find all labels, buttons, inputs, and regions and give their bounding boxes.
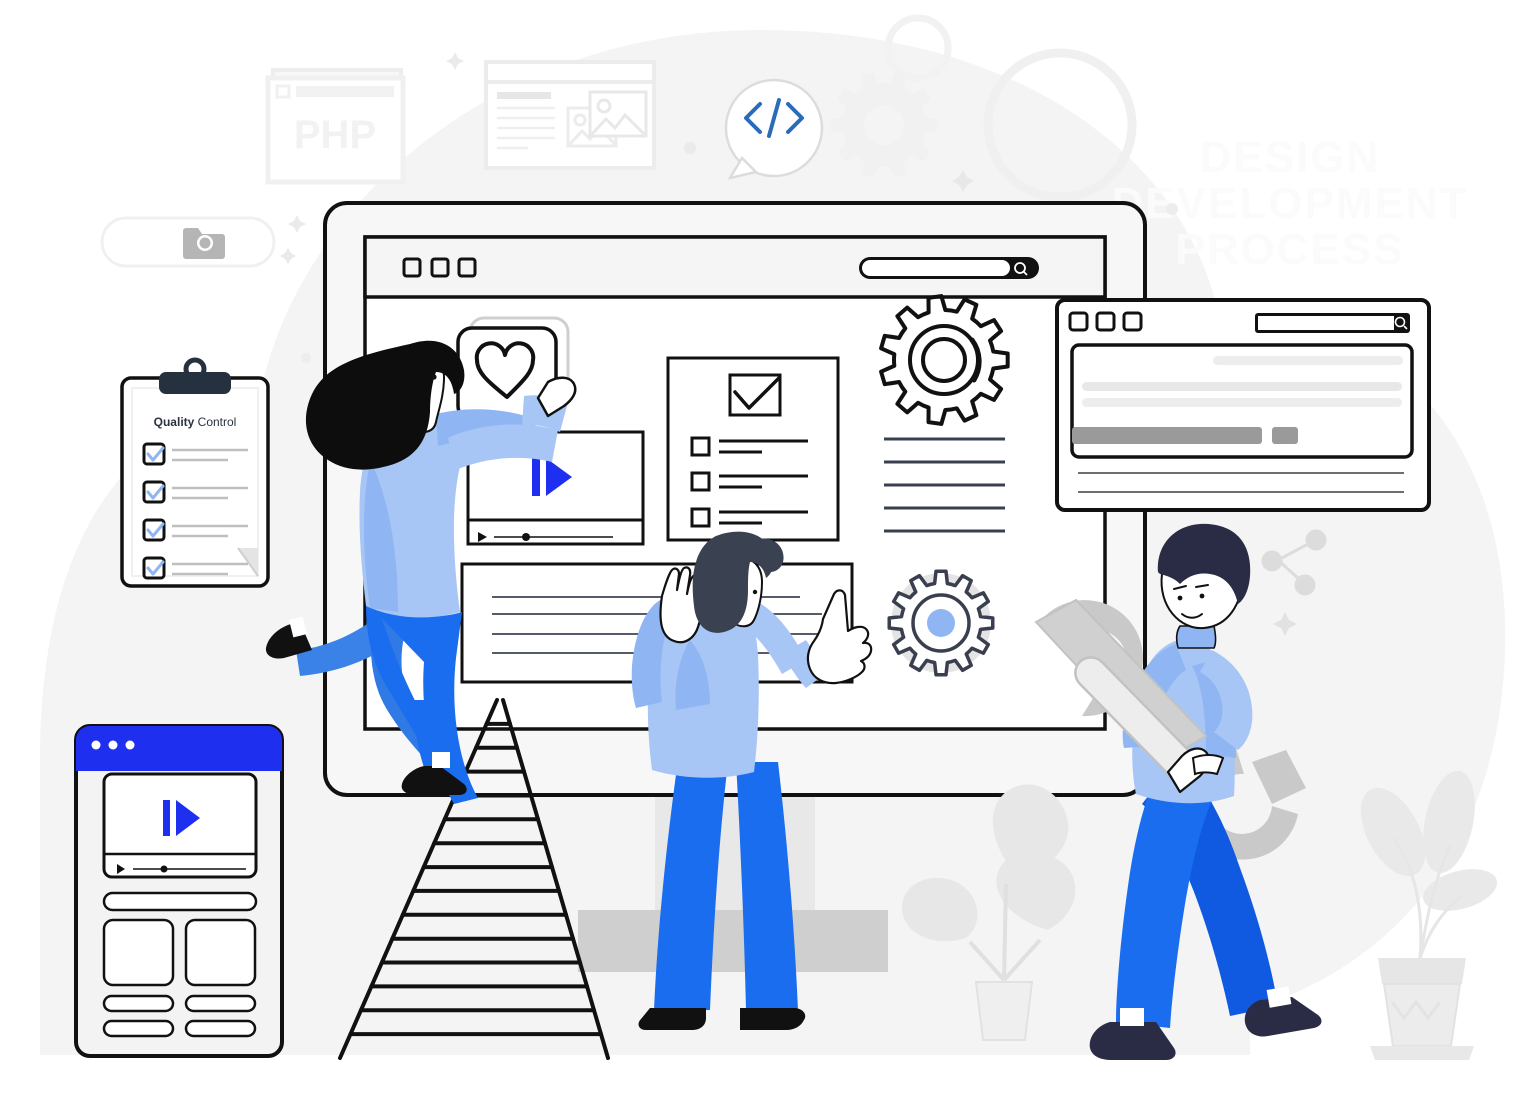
wrench-man-shoe-front	[1089, 1022, 1176, 1060]
man-with-wrench[interactable]	[0, 0, 1536, 1105]
illustration-canvas: DESIGN DEVELOPMENT PROCESS PHP Quality C…	[0, 0, 1536, 1105]
wrench-man-belt	[1191, 754, 1225, 776]
wrench-man-collar	[1175, 625, 1217, 649]
